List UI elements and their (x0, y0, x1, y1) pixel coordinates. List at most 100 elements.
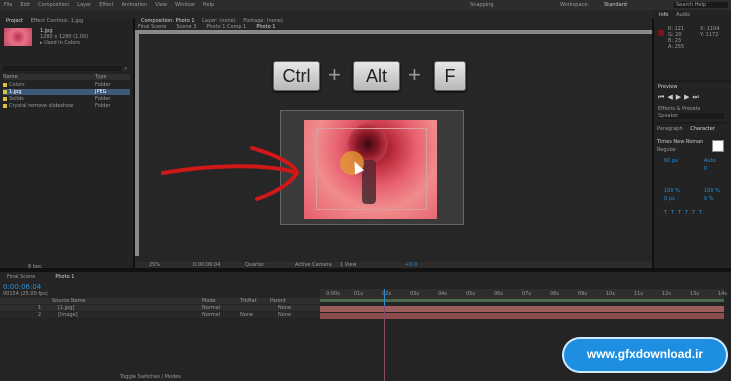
workspace-select[interactable]: Standard (604, 2, 627, 8)
time-ruler-tick: 12s (662, 291, 671, 297)
timeline-layer-row[interactable]: 1 [1.jpg] Normal None (0, 305, 320, 311)
tsume-value[interactable]: 0 % (704, 196, 714, 202)
source-name-header[interactable]: Source Name (52, 298, 86, 304)
tab-info[interactable]: Info (656, 12, 671, 18)
first-frame-icon[interactable]: ⏮ (658, 93, 667, 101)
red-arrow-icon (161, 146, 300, 201)
column-type-header[interactable]: Type (95, 74, 106, 80)
menu-item-view[interactable]: View (155, 2, 167, 8)
tab-paragraph[interactable]: Paragraph (654, 126, 686, 132)
time-ruler-tick: 04s (438, 291, 447, 297)
project-panel: Project Effect Controls: 1.jpg 1.jpg 128… (0, 18, 133, 270)
layer-bar-2[interactable] (320, 313, 724, 319)
menu-item-window[interactable]: Window (175, 2, 195, 8)
tab-character[interactable]: Character (687, 126, 718, 132)
project-item-type: Folder (95, 96, 111, 102)
toggle-switches-modes[interactable]: Toggle Switches / Modes (120, 374, 181, 380)
menu-item-layer[interactable]: Layer (77, 2, 91, 8)
project-list-item[interactable]: 1.jpg JPEG (3, 89, 130, 95)
horizontal-scale-value[interactable]: 100 % (704, 188, 720, 194)
layer-list: 1 [1.jpg] Normal None 2 [Image] Normal None None (0, 305, 320, 325)
layer-mode-select[interactable]: Normal (202, 312, 220, 318)
project-search-input[interactable] (3, 66, 121, 71)
trkmat-header[interactable]: TrkMat (240, 298, 257, 304)
leading-value[interactable]: Auto (704, 158, 716, 164)
last-frame-icon[interactable]: ⏭ (692, 93, 701, 101)
layer-trkmat-select[interactable]: None (240, 312, 253, 318)
layer-mode-select[interactable]: Normal (202, 305, 220, 311)
column-name-header[interactable]: Name (3, 74, 18, 80)
project-thumbnail (4, 28, 32, 46)
faux-bold-icon[interactable]: T (664, 210, 671, 216)
layer-number: 2 (38, 312, 42, 318)
layer-parent-select[interactable]: None (278, 305, 291, 311)
all-caps-icon[interactable]: T (678, 210, 685, 216)
playback-controls: ⏮◀▶▶⏭ (658, 93, 702, 101)
tab-effect-controls[interactable]: Effect Controls: 1.jpg (28, 18, 86, 24)
layer-name[interactable]: [Image] (58, 312, 78, 318)
plus-sign-2: + (408, 62, 421, 87)
project-item-name: Colors (9, 82, 25, 88)
menu-item-effect[interactable]: Effect (99, 2, 113, 8)
menu-item-help[interactable]: Help (203, 2, 214, 8)
plus-sign-1: + (328, 62, 341, 87)
small-caps-icon[interactable]: T (685, 210, 692, 216)
project-list-item[interactable]: Crystal remove slideshow Folder (3, 103, 130, 109)
effects-search-input[interactable]: Speaker (658, 113, 724, 119)
parent-header[interactable]: Parent (270, 298, 286, 304)
project-item-name: 1.jpg (9, 89, 22, 95)
folder-icon (3, 82, 7, 87)
font-family-select[interactable]: Times New Roman (657, 139, 703, 145)
tab-audio[interactable]: Audio (673, 12, 693, 18)
faux-italic-icon[interactable]: T (671, 210, 678, 216)
timeline-frame-info: 00154 (25.00 fps) (3, 291, 48, 297)
play-icon[interactable]: ▶ (676, 93, 684, 101)
timeline-tab[interactable]: Photo 1 (52, 274, 77, 280)
time-ruler-tick: 07s (522, 291, 531, 297)
workspace-label: Workspace: (560, 2, 590, 8)
menu-item-file[interactable]: File (4, 2, 12, 8)
project-item-type: JPEG (95, 89, 107, 95)
tab-preview[interactable]: Preview (658, 84, 677, 90)
menu-bar: File Edit Composition Layer Effect Animation V… (0, 0, 731, 10)
layer-number: 1 (38, 305, 42, 311)
project-list-item[interactable]: Colors Folder (3, 82, 130, 88)
selected-item-usage: ▸ Used in Colors (40, 40, 81, 46)
baseline-value[interactable]: 0 px (664, 196, 675, 202)
alt-key: Alt (353, 61, 400, 91)
watermark-text: www.gfxdownload.ir (586, 347, 704, 361)
tab-effects-presets[interactable]: Effects & Presets (658, 106, 700, 112)
tracking-value[interactable]: 0 (704, 166, 707, 172)
vertical-scale-value[interactable]: 100 % (664, 188, 680, 194)
layer-column-headers: Source Name Mode TrkMat Parent (0, 298, 320, 304)
prev-frame-icon[interactable]: ◀ (667, 93, 675, 101)
frame-border (316, 128, 427, 210)
subscript-icon[interactable]: T (699, 210, 706, 216)
composition-panel: Composition: Photo 1 Layer: (none) Foota… (135, 18, 652, 268)
layer-parent-select[interactable]: None (278, 312, 291, 318)
snapping-label[interactable]: Snapping (470, 2, 494, 8)
menu-item-composition[interactable]: Composition (38, 2, 69, 8)
time-ruler-tick: 08s (550, 291, 559, 297)
timeline-timecode[interactable]: 0:00:06:04 (3, 283, 41, 291)
search-help-input[interactable]: Search Help (674, 2, 728, 8)
time-ruler-tick: 11s (634, 291, 643, 297)
timeline-layer-row[interactable]: 2 [Image] Normal None None (0, 312, 320, 318)
menu-item-edit[interactable]: Edit (20, 2, 30, 8)
work-area-bar[interactable] (320, 299, 724, 302)
font-size-value[interactable]: 60 px (664, 158, 678, 164)
fill-color-swatch[interactable] (712, 140, 724, 152)
tools-bar (0, 10, 731, 18)
layer-name[interactable]: [1.jpg] (58, 305, 74, 311)
mode-header[interactable]: Mode (202, 298, 216, 304)
font-style-select[interactable]: Regular (657, 147, 676, 153)
red-marker-line (384, 306, 385, 381)
image-file-icon (3, 89, 7, 94)
superscript-icon[interactable]: T (692, 210, 699, 216)
timeline-tab[interactable]: Final Scene (4, 274, 38, 280)
layer-bar-1[interactable] (320, 306, 724, 312)
tab-project[interactable]: Project (3, 18, 26, 24)
menu-item-animation[interactable]: Animation (122, 2, 148, 8)
project-list: Colors Folder 1.jpg JPEG Solids Folder Crystal… (3, 82, 130, 122)
project-list-item[interactable]: Solids Folder (3, 96, 130, 102)
